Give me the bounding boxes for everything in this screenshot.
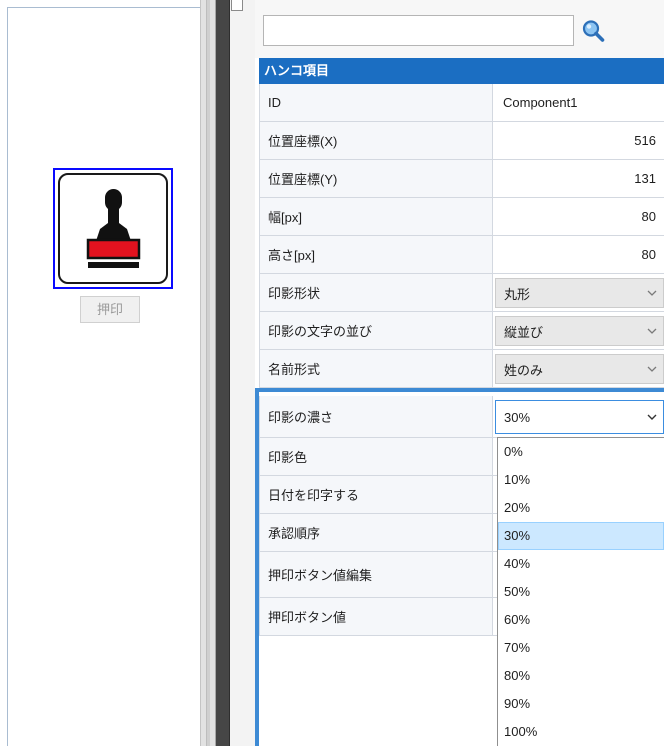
property-value-position-y[interactable]: 131: [493, 160, 664, 198]
property-label-stamp-button-value-edit: 押印ボタン値編集: [259, 552, 493, 598]
dropdown-option[interactable]: 10%: [498, 466, 664, 494]
dropdown-option[interactable]: 0%: [498, 438, 664, 466]
property-label-name-format: 名前形式: [259, 350, 493, 388]
section-header-hanko[interactable]: ハンコ項目: [259, 58, 664, 84]
property-row-position-x: 位置座標(X) 516: [259, 122, 664, 160]
property-search-input[interactable]: [263, 15, 574, 46]
dropdown-value: 縦並び: [504, 324, 544, 340]
property-value-name-format: 姓のみ: [493, 350, 664, 388]
property-row-name-format: 名前形式 姓のみ: [259, 350, 664, 388]
stamp-density-dropdown-list[interactable]: 0% 10% 20% 30% 40% 50% 60% 70% 80% 90% 1…: [497, 437, 664, 746]
property-row-height: 高さ[px] 80: [259, 236, 664, 274]
property-label-position-x: 位置座標(X): [259, 122, 493, 160]
property-label-text-layout: 印影の文字の並び: [259, 312, 493, 350]
dropdown-value: 30%: [504, 409, 531, 425]
gutter-handle[interactable]: [231, 0, 243, 11]
dropdown-value: 丸形: [504, 286, 531, 302]
dropdown-option[interactable]: 80%: [498, 662, 664, 690]
property-value-text-layout: 縦並び: [493, 312, 664, 350]
search-icon: [582, 20, 605, 42]
stamp-button-label[interactable]: 押印: [80, 296, 140, 323]
dropdown-option[interactable]: 90%: [498, 690, 664, 718]
dropdown-option[interactable]: 20%: [498, 494, 664, 522]
dropdown-option[interactable]: 100%: [498, 718, 664, 746]
property-label-stamp-density: 印影の濃さ: [259, 396, 493, 438]
property-row-text-layout: 印影の文字の並び 縦並び: [259, 312, 664, 350]
chevron-down-icon: [647, 366, 657, 372]
property-label-stamp-shape: 印影形状: [259, 274, 493, 312]
property-value-height[interactable]: 80: [493, 236, 664, 274]
property-row-stamp-density: 印影の濃さ 30%: [259, 396, 664, 438]
property-label-width: 幅[px]: [259, 198, 493, 236]
chevron-down-icon: [647, 414, 657, 420]
stamp-component[interactable]: [58, 173, 168, 284]
splitter-bar[interactable]: [216, 0, 230, 746]
text-layout-dropdown[interactable]: 縦並び: [495, 316, 664, 346]
property-row-id: ID Component1: [259, 84, 664, 122]
chevron-down-icon: [647, 290, 657, 296]
property-value-width[interactable]: 80: [493, 198, 664, 236]
property-label-approval-order: 承認順序: [259, 514, 493, 552]
search-button[interactable]: [580, 18, 606, 44]
stamp-density-dropdown[interactable]: 30%: [495, 400, 664, 434]
panel-gutter: [230, 0, 255, 746]
property-label-position-y: 位置座標(Y): [259, 160, 493, 198]
property-value-stamp-shape: 丸形: [493, 274, 664, 312]
property-row-position-y: 位置座標(Y) 131: [259, 160, 664, 198]
splitter-grip[interactable]: [206, 0, 210, 746]
property-value-position-x[interactable]: 516: [493, 122, 664, 160]
chevron-down-icon: [647, 328, 657, 334]
canvas-border: [7, 7, 200, 746]
property-value-id[interactable]: Component1: [493, 84, 664, 122]
property-label-stamp-color: 印影色: [259, 438, 493, 476]
property-label-id: ID: [259, 84, 493, 122]
dropdown-option[interactable]: 70%: [498, 634, 664, 662]
dropdown-option[interactable]: 40%: [498, 550, 664, 578]
property-row-stamp-shape: 印影形状 丸形: [259, 274, 664, 312]
stamp-icon: [86, 189, 141, 268]
property-value-stamp-density: 30%: [493, 396, 664, 438]
dropdown-option[interactable]: 50%: [498, 578, 664, 606]
property-label-height: 高さ[px]: [259, 236, 493, 274]
property-row-width: 幅[px] 80: [259, 198, 664, 236]
property-label-stamp-button-value: 押印ボタン値: [259, 598, 493, 636]
property-label-print-date: 日付を印字する: [259, 476, 493, 514]
name-format-dropdown[interactable]: 姓のみ: [495, 354, 664, 384]
dropdown-option[interactable]: 60%: [498, 606, 664, 634]
stamp-shape-dropdown[interactable]: 丸形: [495, 278, 664, 308]
dropdown-value: 姓のみ: [504, 362, 544, 378]
dropdown-option-highlighted[interactable]: 30%: [498, 522, 664, 550]
